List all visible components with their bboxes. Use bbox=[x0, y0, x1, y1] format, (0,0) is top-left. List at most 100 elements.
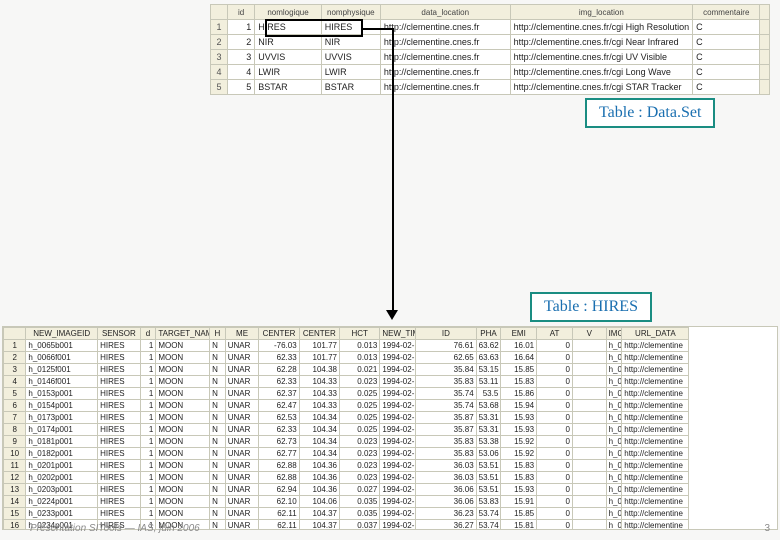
cell: http://clementine bbox=[622, 520, 689, 531]
rownum-cell: 3 bbox=[211, 50, 228, 65]
cell: 1 bbox=[140, 448, 156, 460]
cell: h_0224p001 bbox=[26, 496, 98, 508]
rownum-cell: 1 bbox=[4, 340, 26, 352]
cell: 0 bbox=[537, 352, 573, 364]
cell: 35.87 bbox=[416, 412, 476, 424]
cell: 1994-02-19 bbox=[380, 412, 416, 424]
cell: UNAR bbox=[225, 520, 259, 531]
cell: h_0154p001 bbox=[26, 400, 98, 412]
cell: UNAR bbox=[225, 388, 259, 400]
rownum-cell: 7 bbox=[4, 412, 26, 424]
hires-col-1: NEW_IMAGEID bbox=[26, 328, 98, 340]
cell: http://clementine bbox=[622, 412, 689, 424]
cell: 62.47 bbox=[259, 400, 299, 412]
cell: h_0202p001 bbox=[26, 472, 98, 484]
data-location-cell: http://clementine.cnes.fr bbox=[380, 80, 510, 95]
cell: 104.34 bbox=[299, 448, 339, 460]
cell: 1 bbox=[140, 412, 156, 424]
arrow-vertical bbox=[392, 28, 394, 312]
cell: N bbox=[210, 472, 226, 484]
cell: HIRES bbox=[98, 424, 141, 436]
img-location-cell: http://clementine.cnes.fr/cgi STAR Track… bbox=[510, 80, 693, 95]
cell: 1 bbox=[140, 352, 156, 364]
data-location-cell: http://clementine.cnes.fr bbox=[380, 65, 510, 80]
rownum-cell: 6 bbox=[4, 400, 26, 412]
cell: 15.85 bbox=[501, 364, 537, 376]
cell: UNAR bbox=[225, 412, 259, 424]
hires-col-6: ME bbox=[225, 328, 259, 340]
cell: 53.5 bbox=[476, 388, 501, 400]
cell: N bbox=[210, 484, 226, 496]
cell: 15.94 bbox=[501, 400, 537, 412]
cell: 1 bbox=[140, 472, 156, 484]
rownum-cell: 8 bbox=[4, 424, 26, 436]
rownum-cell: 4 bbox=[4, 376, 26, 388]
cell: h_0153p001 bbox=[26, 388, 98, 400]
cell: 104.36 bbox=[299, 484, 339, 496]
cell bbox=[572, 508, 606, 520]
arrow-head-icon bbox=[386, 310, 398, 320]
cell: 0.025 bbox=[340, 424, 380, 436]
cell: 15.81 bbox=[501, 520, 537, 531]
cell: 1 bbox=[140, 388, 156, 400]
cell: http://clementine bbox=[622, 388, 689, 400]
cell bbox=[572, 364, 606, 376]
hires-col-2: SENSOR bbox=[98, 328, 141, 340]
cell: 1 bbox=[140, 460, 156, 472]
cell: 36.06 bbox=[416, 484, 476, 496]
cell: 0.035 bbox=[340, 496, 380, 508]
cell: 53.74 bbox=[476, 508, 501, 520]
rownum-cell: 11 bbox=[4, 460, 26, 472]
cell: 36.03 bbox=[416, 472, 476, 484]
hires-col-9: HCT bbox=[340, 328, 380, 340]
cell: 1994-02-19 bbox=[380, 388, 416, 400]
cell: 62.11 bbox=[259, 508, 299, 520]
id-cell: 2 bbox=[228, 35, 255, 50]
cell: 16.64 bbox=[501, 352, 537, 364]
cell: N bbox=[210, 436, 226, 448]
cell: N bbox=[210, 376, 226, 388]
cell: 62.88 bbox=[259, 460, 299, 472]
table-row: 11h_0201p001HIRES1MOONNUNAR62.88104.360.… bbox=[4, 460, 777, 472]
cell: 1994-02-19 bbox=[380, 472, 416, 484]
cell: 53.74 bbox=[476, 520, 501, 531]
img-location-cell: http://clementine.cnes.fr/cgi Long Wave bbox=[510, 65, 693, 80]
cell: http://clementine bbox=[622, 484, 689, 496]
id-cell: 1 bbox=[228, 20, 255, 35]
cell: 0 bbox=[537, 484, 573, 496]
cell: 53.31 bbox=[476, 412, 501, 424]
cell: 104.34 bbox=[299, 424, 339, 436]
cell: http://clementine bbox=[622, 424, 689, 436]
dataset-table: id nomlogique nomphysique data_location … bbox=[210, 4, 770, 95]
cell: MOON bbox=[156, 496, 210, 508]
rownum-cell: 2 bbox=[4, 352, 26, 364]
end-cell bbox=[760, 65, 770, 80]
cell: 0.023 bbox=[340, 472, 380, 484]
cell: 1 bbox=[140, 496, 156, 508]
cell: 53.15 bbox=[476, 364, 501, 376]
cell bbox=[572, 484, 606, 496]
cell: h_0173p001 bbox=[606, 412, 622, 424]
cell: 36.23 bbox=[416, 508, 476, 520]
cell: UNAR bbox=[225, 352, 259, 364]
cell: 62.10 bbox=[259, 496, 299, 508]
cell: 36.03 bbox=[416, 460, 476, 472]
footer-page-number: 3 bbox=[764, 523, 770, 534]
cell: MOON bbox=[156, 388, 210, 400]
cell: h_0065b001 bbox=[26, 340, 98, 352]
cell: N bbox=[210, 340, 226, 352]
cell: 53.51 bbox=[476, 484, 501, 496]
label-dataset: Table : Data.Set bbox=[585, 98, 715, 128]
cell: 1994-02-19 bbox=[380, 496, 416, 508]
hires-col-0 bbox=[4, 328, 26, 340]
cell: h_0066f001 bbox=[26, 352, 98, 364]
cell: http://clementine bbox=[622, 436, 689, 448]
cell: 62.28 bbox=[259, 364, 299, 376]
cell: HIRES bbox=[98, 448, 141, 460]
cell: h_0145p001 bbox=[606, 364, 622, 376]
rownum-cell: 14 bbox=[4, 496, 26, 508]
cell: 0.023 bbox=[340, 376, 380, 388]
cell: 15.85 bbox=[501, 508, 537, 520]
cell: 15.93 bbox=[501, 424, 537, 436]
data-location-cell: http://clementine.cnes.fr bbox=[380, 35, 510, 50]
